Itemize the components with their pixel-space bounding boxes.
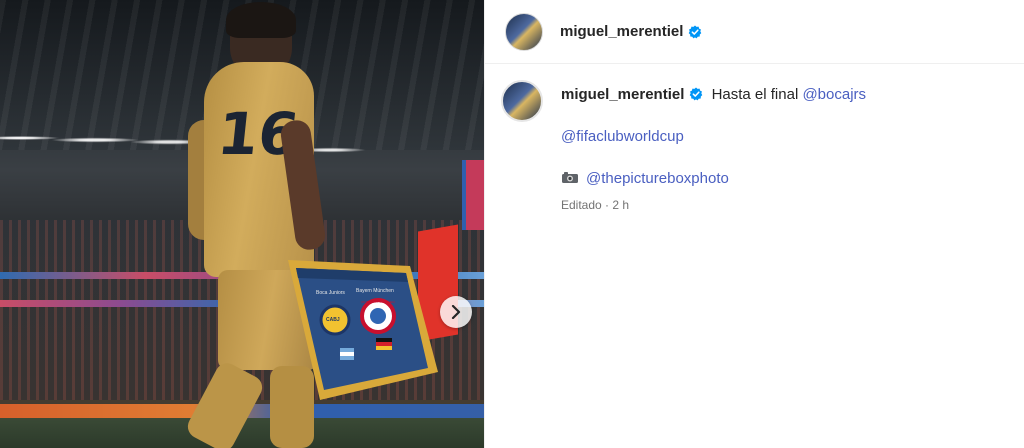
- profile-avatar[interactable]: [501, 80, 543, 122]
- instagram-post: 16 Boca Juniors Bayern München CABJ FC B…: [0, 0, 1024, 448]
- caption-username[interactable]: miguel_merentiel: [561, 86, 684, 103]
- caption-body: miguel_merentiel Hasta el final @bocajrs…: [561, 80, 991, 214]
- crest-right-label: FC BAYERN MÜNCHEN: [361, 300, 395, 304]
- mention-thepictureboxphoto[interactable]: @thepictureboxphoto: [586, 170, 729, 187]
- profile-avatar[interactable]: [505, 12, 543, 51]
- post-media[interactable]: 16 Boca Juniors Bayern München CABJ FC B…: [0, 0, 484, 448]
- author-username[interactable]: miguel_merentiel: [560, 23, 683, 40]
- next-image-button[interactable]: [440, 296, 472, 328]
- verified-badge-icon: [689, 25, 702, 38]
- caption-line-2: @fifaclubworldcup: [561, 128, 991, 146]
- pennant-team-right: Bayern München: [356, 288, 394, 294]
- crest-left-label: CABJ: [326, 317, 340, 323]
- camera-icon: [562, 172, 578, 183]
- meta-separator: ·: [605, 198, 610, 212]
- post-time[interactable]: 2 h: [612, 198, 629, 212]
- verified-badge-icon: [690, 87, 703, 101]
- caption-line-1: miguel_merentiel Hasta el final @bocajrs: [561, 86, 991, 104]
- mention-bocajrs[interactable]: @bocajrs: [802, 86, 866, 103]
- chevron-right-icon: [451, 305, 461, 319]
- banner-flag: [462, 160, 484, 230]
- pennant-team-left: Boca Juniors: [316, 290, 345, 296]
- caption-text: Hasta el final: [711, 86, 799, 103]
- caption-line-3: @thepictureboxphoto: [561, 170, 991, 188]
- edited-label: Editado: [561, 198, 602, 212]
- caption-meta: Editado · 2 h: [561, 196, 991, 214]
- post-header: miguel_merentiel: [485, 0, 1024, 64]
- post-sidebar: miguel_merentiel miguel_merentiel Hasta …: [484, 0, 1024, 448]
- caption-comment: miguel_merentiel Hasta el final @bocajrs…: [485, 64, 1024, 214]
- mention-fifaclubworldcup[interactable]: @fifaclubworldcup: [561, 128, 684, 145]
- player-hair: [226, 2, 296, 38]
- match-pennant: [288, 260, 438, 400]
